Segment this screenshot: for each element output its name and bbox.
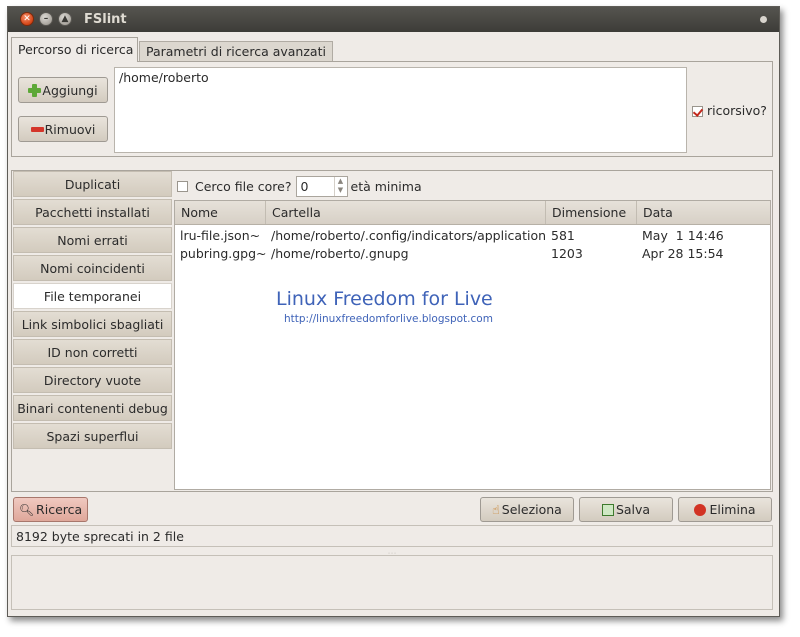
cell-dimensione: 1203 xyxy=(551,246,583,261)
cell-cartella: /home/roberto/.config/indicators/applica… xyxy=(271,228,545,243)
column-header-data[interactable]: Data xyxy=(637,201,770,224)
sidebar-item-duplicati[interactable]: Duplicati xyxy=(13,171,172,197)
remove-path-button[interactable]: Rimuovi xyxy=(18,116,108,142)
column-header-cartella[interactable]: Cartella xyxy=(266,201,546,224)
details-pane xyxy=(11,555,773,610)
cell-data: Apr 28 15:54 xyxy=(642,246,724,261)
min-age-value[interactable]: 0 xyxy=(301,179,309,194)
core-files-checkbox[interactable] xyxy=(177,180,188,192)
cell-data: May 1 14:46 xyxy=(642,228,724,243)
min-age-spinner[interactable]: 0 ▲ ▼ xyxy=(295,175,348,197)
search-button[interactable]: 🔍︎ Ricerca xyxy=(13,497,88,522)
min-age-label: età minima xyxy=(350,178,422,194)
tab-advanced-params[interactable]: Parametri di ricerca avanzati xyxy=(139,41,333,62)
core-files-label: Cerco file core? xyxy=(195,178,292,194)
minus-icon xyxy=(30,126,44,132)
window-content: Percorso di ricerca Parametri di ricerca… xyxy=(8,7,779,616)
cell-nome: lru-file.json~ xyxy=(180,228,261,243)
delete-button[interactable]: Elimina xyxy=(678,497,772,522)
column-header-dimensione[interactable]: Dimensione xyxy=(546,201,637,224)
add-path-button[interactable]: Aggiungi xyxy=(18,77,108,103)
spinner-arrows-icon[interactable]: ▲ ▼ xyxy=(333,176,347,196)
sidebar-item-spazi-superflui[interactable]: Spazi superflui xyxy=(13,423,172,449)
sidebar-item-directory-vuote[interactable]: Directory vuote xyxy=(13,367,172,393)
recursive-checkbox[interactable] xyxy=(692,106,703,117)
search-label: Ricerca xyxy=(36,502,83,517)
column-header-nome[interactable]: Nome xyxy=(175,201,266,224)
cell-nome: pubring.gpg~ xyxy=(180,246,266,261)
sidebar-item-nomi-errati[interactable]: Nomi errati xyxy=(13,227,172,253)
recursive-label: ricorsivo? xyxy=(706,103,767,118)
sidebar-item-link-sbagliati[interactable]: Link simbolici sbagliati xyxy=(13,311,172,337)
add-path-label: Aggiungi xyxy=(42,82,98,98)
remove-path-label: Rimuovi xyxy=(44,121,96,137)
tab-search-path[interactable]: Percorso di ricerca xyxy=(11,37,138,62)
sidebar-item-id-non-corretti[interactable]: ID non corretti xyxy=(13,339,172,365)
stop-icon xyxy=(694,503,707,516)
sidebar-item-binari-debug[interactable]: Binari contenenti debug xyxy=(13,395,172,421)
cell-cartella: /home/roberto/.gnupg xyxy=(271,246,409,261)
select-label: Seleziona xyxy=(501,502,562,517)
delete-label: Elimina xyxy=(709,502,756,517)
magnifier-icon: 🔍︎ xyxy=(18,502,35,517)
recursive-option[interactable]: ricorsivo? xyxy=(692,103,767,118)
sidebar-item-pacchetti[interactable]: Pacchetti installati xyxy=(13,199,172,225)
search-path-list[interactable]: /home/roberto xyxy=(114,67,687,153)
table-header: Nome Cartella Dimensione Data xyxy=(175,201,770,225)
save-icon xyxy=(601,503,614,516)
plus-icon xyxy=(28,83,42,97)
watermark-url: http://linuxfreedomforlive.blogspot.com xyxy=(284,313,493,325)
cell-dimensione: 581 xyxy=(551,228,575,243)
save-label: Salva xyxy=(615,502,651,517)
path-item[interactable]: /home/roberto xyxy=(119,70,682,85)
search-options: Cerco file core? 0 ▲ ▼ età minima xyxy=(177,175,422,197)
sidebar-item-file-temporanei[interactable]: File temporanei xyxy=(13,283,172,309)
results-table[interactable]: Nome Cartella Dimensione Data lru-file.j… xyxy=(174,200,771,490)
sidebar-item-nomi-coincidenti[interactable]: Nomi coincidenti xyxy=(13,255,172,281)
hand-pointer-icon: ☝ xyxy=(492,502,500,517)
status-bar: 8192 byte sprecati in 2 file xyxy=(11,525,773,547)
save-button[interactable]: Salva xyxy=(579,497,673,522)
select-button[interactable]: ☝ Seleziona xyxy=(480,497,574,522)
watermark-title: Linux Freedom for Live xyxy=(276,288,493,310)
